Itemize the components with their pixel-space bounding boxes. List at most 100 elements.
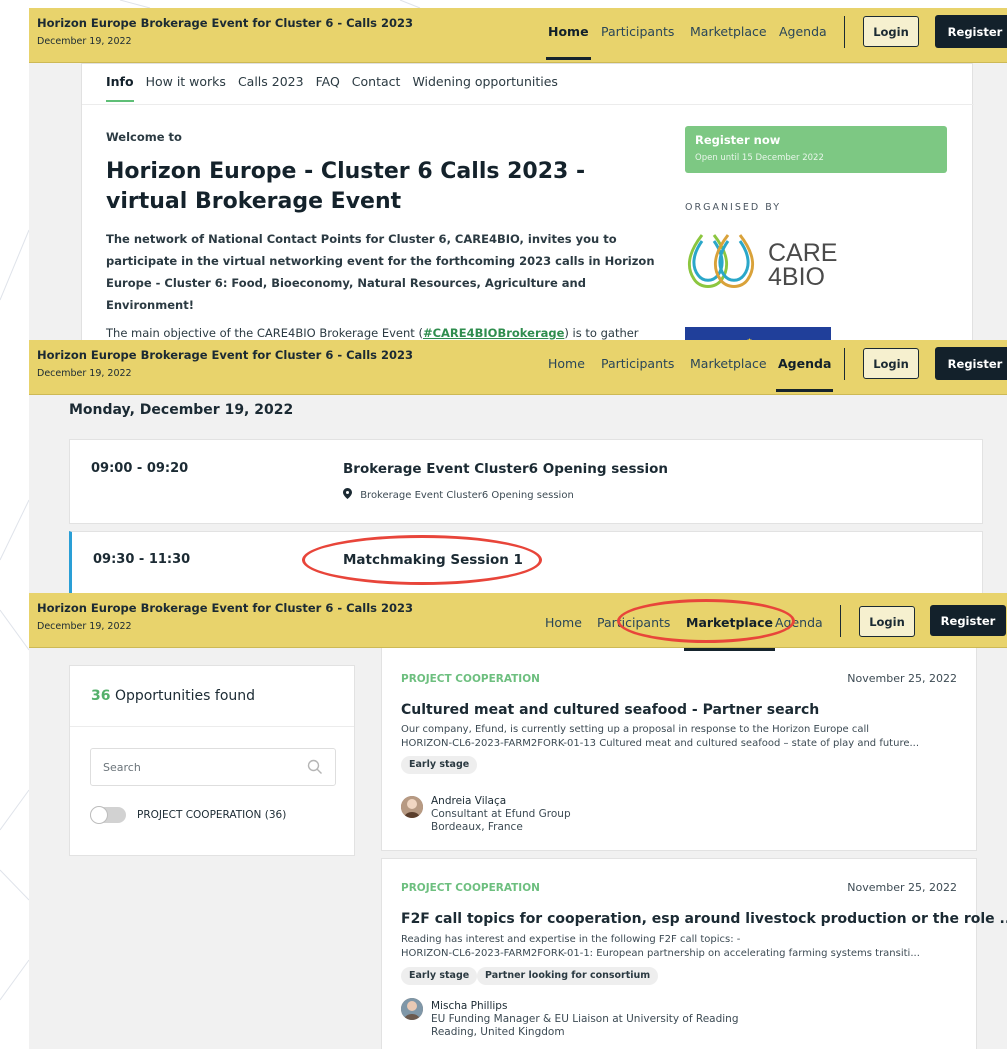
site-header: Horizon Europe Brokerage Event for Clust… — [29, 593, 1007, 651]
opportunity-type: PROJECT COOPERATION — [401, 882, 540, 894]
agenda-session-card[interactable]: 09:00 - 09:20 Brokerage Event Cluster6 O… — [69, 439, 983, 524]
author-location: Bordeaux, France — [431, 821, 523, 833]
results-count: 36 Opportunities found — [91, 688, 255, 704]
opportunity-description-line: HORIZON-CL6-2023-FARM2FORK-01-13 Culture… — [401, 738, 920, 749]
session-time: 09:00 - 09:20 — [91, 461, 189, 476]
author-role: Consultant at Efund Group — [431, 808, 571, 820]
search-input[interactable] — [90, 748, 336, 786]
filter-sidebar: 36 Opportunities found PROJECT COOPERATI… — [69, 665, 355, 856]
event-title[interactable]: Horizon Europe Brokerage Event for Clust… — [37, 16, 413, 30]
nav-home[interactable]: Home — [548, 356, 585, 371]
event-title[interactable]: Horizon Europe Brokerage Event for Clust… — [37, 348, 413, 362]
opportunity-description-line: HORIZON-CL6-2023-FARM2FORK-01-1: Europea… — [401, 948, 920, 959]
register-now-box[interactable]: Register now Open until 15 December 2022 — [685, 126, 947, 173]
event-date: December 19, 2022 — [37, 621, 132, 632]
nav-divider — [844, 348, 845, 380]
tag-early-stage: Early stage — [401, 756, 478, 774]
person-avatar-icon — [401, 998, 423, 1020]
nav-agenda[interactable]: Agenda — [779, 24, 827, 39]
event-title[interactable]: Horizon Europe Brokerage Event for Clust… — [37, 601, 413, 615]
tag-early-stage: Early stage — [401, 967, 478, 985]
nav-marketplace[interactable]: Marketplace — [690, 24, 767, 39]
session-time: 09:30 - 11:30 — [93, 552, 191, 567]
welcome-label: Welcome to — [106, 130, 182, 144]
nav-marketplace[interactable]: Marketplace — [683, 615, 776, 651]
opportunity-description-line: Our company, Efund, is currently setting… — [401, 724, 870, 735]
sidebar-divider — [70, 726, 354, 727]
register-button[interactable]: Register — [930, 605, 1006, 636]
intro-text: The network of National Contact Points f… — [106, 232, 655, 312]
marketplace-page-panel: 36 Opportunities found PROJECT COOPERATI… — [29, 593, 1007, 1049]
person-avatar-icon — [401, 796, 423, 818]
site-header: Horizon Europe Brokerage Event for Clust… — [29, 8, 1007, 63]
nav-agenda[interactable]: Agenda — [775, 615, 823, 630]
opportunity-title[interactable]: Cultured meat and cultured seafood - Par… — [401, 702, 819, 718]
nav-participants[interactable]: Participants — [601, 24, 674, 39]
session-location: Brokerage Event Cluster6 Opening session — [343, 488, 574, 501]
nav-home[interactable]: Home — [545, 615, 582, 630]
project-cooperation-toggle[interactable] — [90, 806, 126, 824]
register-deadline: Open until 15 December 2022 — [695, 153, 824, 163]
subnav-tab-info[interactable]: Info — [106, 74, 134, 89]
objective-text: The main objective of the CARE4BIO Broke… — [106, 326, 666, 340]
login-button[interactable]: Login — [863, 16, 919, 47]
opportunity-date: November 25, 2022 — [847, 881, 957, 894]
avatar[interactable] — [401, 796, 423, 818]
hashtag-link[interactable]: #CARE4BIOBrokerage — [423, 326, 564, 340]
page-title: Horizon Europe - Cluster 6 Calls 2023 - … — [106, 159, 586, 214]
author-info: Andreia Vilaça Consultant at Efund Group… — [431, 795, 571, 834]
opportunity-title[interactable]: F2F call topics for cooperation, esp aro… — [401, 911, 1007, 927]
opportunity-tags: Early stage — [401, 756, 961, 774]
author-info: Mischa Phillips EU Funding Manager & EU … — [431, 1000, 739, 1039]
author-name[interactable]: Mischa Phillips — [431, 1000, 739, 1013]
opportunity-card[interactable]: PROJECT COOPERATION November 25, 2022 Cu… — [381, 648, 977, 851]
agenda-day-heading: Monday, December 19, 2022 — [69, 402, 294, 418]
eu-flag-logo — [685, 327, 831, 340]
search-icon[interactable] — [307, 759, 323, 775]
logo-text-4bio: 4BIO — [768, 263, 825, 291]
care4bio-logo: CARE 4BIO — [687, 234, 837, 291]
agenda-page-panel: Monday, December 19, 2022 09:00 - 09:20 … — [29, 340, 1007, 593]
results-number: 36 — [91, 688, 111, 704]
session-title[interactable]: Brokerage Event Cluster6 Opening session — [343, 461, 668, 477]
event-date: December 19, 2022 — [37, 36, 132, 47]
opportunity-type: PROJECT COOPERATION — [401, 673, 540, 685]
nav-marketplace[interactable]: Marketplace — [690, 356, 767, 371]
subnav-tab-faq[interactable]: FAQ — [316, 74, 340, 89]
nav-participants[interactable]: Participants — [597, 615, 670, 630]
login-button[interactable]: Login — [859, 606, 915, 637]
agenda-session-card[interactable]: 09:30 - 11:30 Matchmaking Session 1 — [69, 531, 983, 593]
nav-participants[interactable]: Participants — [601, 356, 674, 371]
session-title[interactable]: Matchmaking Session 1 — [343, 552, 523, 568]
home-page-panel: Info How it works Calls 2023 FAQ Contact Wide… — [29, 8, 1007, 340]
info-card: Info How it works Calls 2023 FAQ Contact Wide… — [81, 63, 974, 340]
session-location-text: Brokerage Event Cluster6 Opening session — [360, 490, 574, 501]
subnav-tab-widening[interactable]: Widening opportunities — [412, 74, 558, 89]
nav-home[interactable]: Home — [546, 24, 591, 60]
filter-label: PROJECT COOPERATION (36) — [137, 809, 287, 821]
subnav-divider — [82, 104, 974, 105]
tag-partner-looking: Partner looking for consortium — [477, 967, 659, 985]
objective-text-start: The main objective of the CARE4BIO Broke… — [106, 326, 423, 340]
avatar[interactable] — [401, 998, 423, 1020]
opportunity-card[interactable]: PROJECT COOPERATION November 25, 2022 F2… — [381, 858, 1007, 1049]
subnav-tab-how-it-works[interactable]: How it works — [146, 74, 226, 89]
login-button[interactable]: Login — [863, 348, 919, 379]
location-pin-icon — [343, 488, 360, 501]
results-label: Opportunities found — [114, 688, 256, 704]
nav-agenda[interactable]: Agenda — [775, 356, 834, 392]
info-subnav: Info How it works Calls 2023 FAQ Contact Wide… — [106, 74, 570, 89]
author-name[interactable]: Andreia Vilaça — [431, 795, 571, 808]
register-button[interactable]: Register — [935, 15, 1007, 48]
site-header: Horizon Europe Brokerage Event for Clust… — [29, 340, 1007, 395]
nav-divider — [844, 16, 845, 48]
register-button[interactable]: Register — [935, 347, 1007, 380]
subnav-tab-contact[interactable]: Contact — [352, 74, 401, 89]
nav-divider — [840, 605, 841, 637]
eu-stars-icon — [747, 338, 752, 340]
opportunity-date: November 25, 2022 — [847, 672, 957, 685]
author-role: EU Funding Manager & EU Liaison at Unive… — [431, 1013, 739, 1025]
subnav-tab-calls-2023[interactable]: Calls 2023 — [238, 74, 304, 89]
opportunity-tags: Early stage Partner looking for consorti… — [401, 967, 961, 985]
objective-text-end: ) is to gather — [564, 326, 639, 340]
